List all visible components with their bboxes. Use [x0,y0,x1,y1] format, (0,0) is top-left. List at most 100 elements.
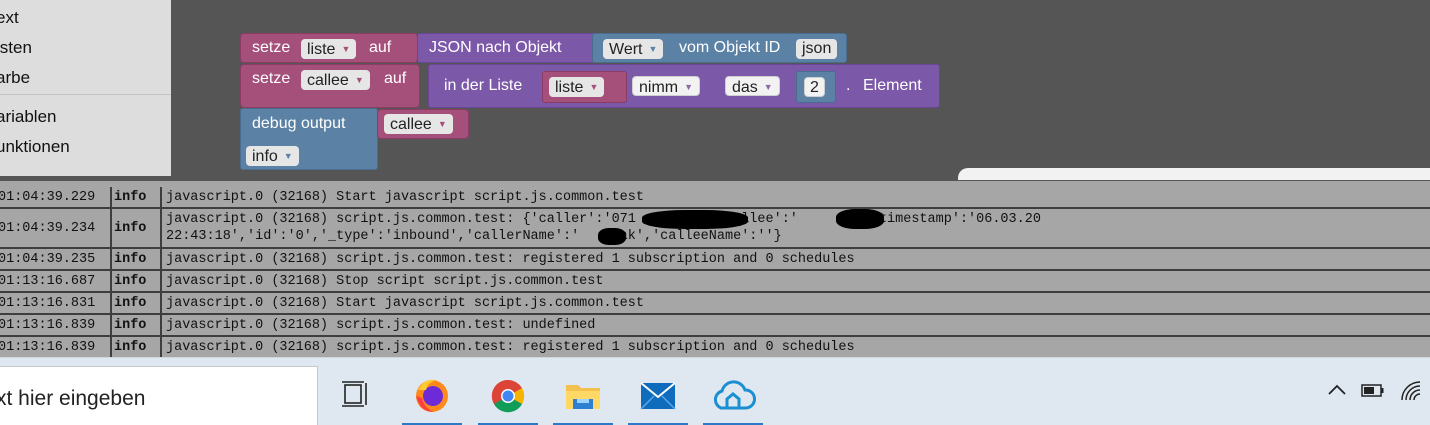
task-view-button[interactable] [323,366,387,425]
log-row[interactable]: 01:13:16.687 info javascript.0 (32168) S… [0,271,1430,293]
screen: ext isten arbe ariablen unktionen setze … [0,0,1430,425]
set-variable-block-liste[interactable]: setze liste ▼ auf [240,33,418,63]
list-variable-dropdown[interactable]: liste ▼ [549,77,605,97]
log-message: javascript.0 (32168) script.js.common.te… [160,209,1430,247]
log-message: javascript.0 (32168) script.js.common.te… [160,337,1430,358]
mail-icon [640,382,676,410]
toolbox-item-text[interactable]: ext [0,8,19,28]
object-id-field[interactable]: json [796,39,838,59]
firefox-button[interactable] [400,366,464,425]
search-placeholder: xt hier eingeben [0,387,146,410]
value-field-label: Wert [609,41,643,58]
redaction-mark [598,228,626,245]
log-severity: info [110,209,160,247]
dropdown-arrow-icon: ▼ [283,151,293,161]
toolbox-item-lists[interactable]: isten [0,38,32,58]
value-dropdown[interactable]: Wert ▼ [603,39,664,59]
redaction-mark [642,210,748,229]
log-severity: info [110,271,160,291]
log-level-label: info [252,148,278,165]
log-row[interactable]: 01:13:16.831 info javascript.0 (32168) S… [0,293,1430,315]
debug-output-block[interactable]: debug output info ▼ [240,108,378,170]
firefox-icon [416,379,448,412]
dot-label: . [846,77,851,94]
log-severity: info [110,293,160,313]
show-hidden-icons-button[interactable] [1326,380,1348,405]
toolbox-item-functions[interactable]: unktionen [0,137,70,157]
mail-button[interactable] [626,366,690,425]
set-variable-block-callee[interactable]: setze callee ▼ auf [240,64,420,108]
folder-icon [566,385,600,409]
dropdown-arrow-icon: ▼ [354,75,364,85]
battery-button[interactable] [1360,380,1386,405]
log-message: javascript.0 (32168) script.js.common.te… [160,315,1430,335]
workspace-panel-edge [958,168,1430,180]
log-message: javascript.0 (32168) Stop script script.… [160,271,1430,291]
variable-dropdown-callee[interactable]: callee ▼ [301,70,370,90]
mode-label: nimm [639,79,679,96]
log-severity: info [110,249,160,269]
file-explorer-button[interactable] [551,366,615,425]
to-keyword: auf [369,39,392,56]
get-mode-dropdown[interactable]: nimm ▼ [632,76,701,96]
list-variable-block[interactable]: liste ▼ [542,71,627,103]
log-row[interactable]: 01:04:39.234 info javascript.0 (32168) s… [0,209,1430,249]
position-label: das [732,79,758,96]
variable-name: callee [307,72,349,89]
wifi-button[interactable] [1398,378,1424,407]
chrome-button[interactable] [476,366,540,425]
log-time: 01:04:39.229 [0,189,96,205]
log-message: javascript.0 (32168) Start javascript sc… [160,187,1430,207]
log-time: 01:13:16.831 [0,295,96,311]
variable-name: liste [307,41,336,58]
list-get-item-block[interactable]: in der Liste liste ▼ nimm ▼ das ▼ 2 . Eleme… [428,64,940,108]
wifi-icon [1401,381,1421,401]
element-label: Element [863,77,922,94]
blockly-workspace[interactable]: ext isten arbe ariablen unktionen setze … [0,0,1430,180]
log-level-dropdown[interactable]: info ▼ [246,146,299,166]
from-object-label: vom Objekt ID [679,39,781,56]
log-severity: info [110,315,160,335]
in-list-label: in der Liste [444,77,523,94]
battery-icon [1361,384,1384,397]
json-to-object-block[interactable]: JSON nach Objekt [417,33,597,63]
log-severity: info [110,337,160,358]
index-number-field[interactable]: 2 [804,77,825,97]
toolbox-separator [0,94,171,95]
callee-variable-block[interactable]: callee ▼ [377,109,469,139]
callee-variable-dropdown[interactable]: callee ▼ [384,114,453,134]
log-time: 01:04:39.235 [0,251,96,267]
log-message: javascript.0 (32168) script.js.common.te… [160,249,1430,269]
cloud-app-button[interactable] [701,366,765,425]
windows-taskbar: xt hier eingeben [0,357,1430,425]
toolbox-item-variables[interactable]: ariablen [0,107,57,127]
number-block[interactable]: 2 [796,71,836,103]
dropdown-arrow-icon: ▼ [341,44,351,54]
variable-name: liste [555,79,584,96]
chevron-up-icon [1328,384,1346,395]
log-severity: info [110,187,160,207]
log-message: javascript.0 (32168) Start javascript sc… [160,293,1430,313]
dropdown-arrow-icon: ▼ [589,82,599,92]
variable-name: callee [390,116,432,133]
chrome-icon [491,379,525,413]
debug-output-label: debug output [252,115,346,132]
dropdown-arrow-icon: ▼ [648,44,658,54]
toolbox-item-colour[interactable]: arbe [0,68,30,88]
task-view-icon [342,381,367,407]
object-value-block[interactable]: Wert ▼ vom Objekt ID json [592,33,847,63]
variable-dropdown-liste[interactable]: liste ▼ [301,39,357,59]
blockly-toolbox: ext isten arbe ariablen unktionen [0,0,171,176]
log-row[interactable]: 01:13:16.839 info javascript.0 (32168) s… [0,315,1430,337]
log-time: 01:13:16.687 [0,273,96,289]
log-table[interactable]: 01:04:39.229 info javascript.0 (32168) S… [0,180,1430,358]
position-dropdown[interactable]: das ▼ [725,76,780,96]
log-time: 01:13:16.839 [0,340,96,355]
taskbar-search-box[interactable]: xt hier eingeben [0,366,318,425]
log-time: 01:13:16.839 [0,317,96,333]
dropdown-arrow-icon: ▼ [437,119,447,129]
log-row[interactable]: 01:04:39.235 info javascript.0 (32168) s… [0,249,1430,271]
log-row[interactable]: 01:13:16.839 info javascript.0 (32168) s… [0,337,1430,358]
cloud-icon [713,380,756,410]
log-row[interactable]: 01:04:39.229 info javascript.0 (32168) S… [0,187,1430,209]
